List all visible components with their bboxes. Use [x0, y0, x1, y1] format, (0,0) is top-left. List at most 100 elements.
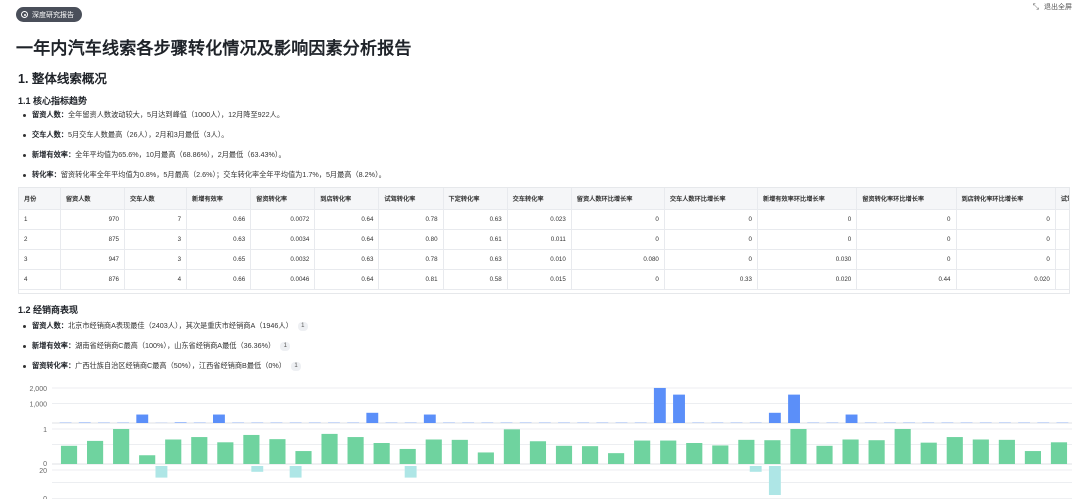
table-header-cell[interactable]: 留资人数	[60, 188, 125, 210]
table-cell: 0	[856, 209, 957, 230]
bar	[768, 466, 781, 495]
table-cell: 3	[124, 249, 188, 270]
bar	[251, 466, 264, 472]
table-cell: 4	[19, 269, 61, 290]
bullet-label: 新增有效率：	[32, 150, 76, 159]
table-cell: 0.78	[378, 249, 444, 270]
bullet-label: 留资转化率：	[32, 361, 76, 370]
exit-fullscreen-button[interactable]: ⤡ 退出全屏	[1033, 2, 1072, 12]
bar	[555, 445, 573, 464]
bar	[764, 440, 781, 464]
citation-badge[interactable]: 1	[291, 361, 301, 371]
table-cell: 4	[124, 269, 188, 290]
table-cell: 0.80	[378, 229, 444, 250]
report-badge-label: 深度研究报告	[32, 11, 74, 19]
bullet-label: 交车人数：	[32, 130, 68, 139]
table-cell: 0.015	[507, 269, 572, 290]
table-row[interactable]: 3 947 3 0.65 0.0032 0.63 0.78 0.63 0.010 0.080 0 0.…	[19, 249, 1069, 270]
bar	[425, 439, 442, 464]
bar	[136, 414, 149, 423]
table-cell: 0	[856, 229, 957, 250]
table-header-cell[interactable]: 新增有效率环比增长率	[757, 188, 858, 210]
bar	[845, 414, 858, 423]
collapse-icon: ⤡	[1032, 2, 1039, 11]
bullet-item: 新增有效率：湖南省经销商C最高（100%），山东省经销商A最低（36.36%） 1	[22, 340, 308, 360]
table-cell: 0.010	[507, 249, 572, 270]
bar	[868, 440, 885, 464]
table-cell	[1055, 209, 1069, 230]
table-header-cell[interactable]: 交车人数	[124, 188, 188, 210]
table-header-cell[interactable]: 留资人数环比增长率	[571, 188, 665, 210]
bullet-item: 留资转化率：广西壮族自治区经销商C最高（50%），江西省经销商B最低（0%） 1	[22, 360, 308, 380]
table-cell: 0.030	[757, 249, 858, 270]
table-cell: 0.33	[664, 269, 758, 290]
monthly-metrics-table[interactable]: 月份 留资人数 交车人数 新增有效率 留资转化率 到店转化率 试驾转化率 下定转…	[18, 187, 1070, 294]
table-row[interactable]: 4 876 4 0.66 0.0046 0.64 0.81 0.58 0.015 0 0.33 0.0…	[19, 269, 1069, 290]
table-row[interactable]: 1 970 7 0.66 0.0072 0.64 0.78 0.63 0.023 0 0 0 0 0	[19, 209, 1069, 230]
bar	[894, 429, 911, 464]
table-header-cell[interactable]: 交车转化率	[507, 188, 572, 210]
table-cell: 0.0072	[250, 209, 316, 230]
table-cell: 0	[571, 229, 665, 250]
table-header-cell[interactable]: 到店转化率环比增长率	[956, 188, 1056, 210]
table-cell: 0	[956, 229, 1056, 250]
bar	[529, 441, 547, 464]
page-title: 一年内汽车线索各步骤转化情况及影响因素分析报告	[16, 39, 412, 58]
subsection-heading-metrics: 1.1 核心指标趋势	[18, 96, 88, 106]
table-header-cell[interactable]: 试驾转化率	[378, 188, 444, 210]
bar	[634, 440, 651, 464]
table-cell: 947	[60, 249, 125, 270]
table-row[interactable]: 2 875 3 0.63 0.0034 0.64 0.80 0.61 0.011 0 0 0 0 0	[19, 229, 1069, 250]
table-cell: 0.66	[186, 269, 252, 290]
bar	[139, 455, 156, 464]
table-header-cell[interactable]: 试驾转化率环比	[1055, 188, 1069, 210]
bar	[920, 442, 937, 464]
tick-label: 1	[43, 427, 47, 434]
bullet-text: 5月交车人数最高（26人），2月和3月最低（3人）。	[67, 130, 229, 139]
bullet-label: 转化率：	[32, 170, 61, 179]
bar	[503, 429, 520, 464]
bar	[581, 446, 599, 464]
table-cell: 970	[60, 209, 125, 230]
tick-label: 0	[43, 461, 47, 468]
report-badge: 深度研究报告	[16, 7, 82, 22]
bullet-item: 交车人数：5月交车人数最高（26人），2月和3月最低（3人）。	[22, 129, 386, 149]
bullet-text: 留资转化率全年平均值为0.8%，5月最高（2.6%）；交车转化率全年平均值为1.…	[60, 170, 386, 179]
table-header-cell[interactable]: 留资转化率环比增长率	[856, 188, 957, 210]
table-cell: 0	[664, 249, 758, 270]
table-header-cell[interactable]: 交车人数环比增长率	[664, 188, 758, 210]
table-cell: 0.64	[314, 269, 380, 290]
bar	[213, 414, 225, 423]
table-header-cell[interactable]: 月份	[19, 188, 61, 210]
bullet-text: 湖南省经销商C最高（100%），山东省经销商A最低（36.36%）	[75, 341, 276, 350]
bar	[347, 437, 364, 464]
bar	[295, 451, 312, 464]
bullet-text: 广西壮族自治区经销商C最高（50%），江西省经销商B最低（0%）	[75, 361, 286, 370]
tick-label: 2,000	[29, 386, 47, 393]
bar	[366, 412, 379, 423]
table-cell: 0	[664, 209, 758, 230]
table-cell: 0.020	[956, 269, 1056, 290]
report-icon	[21, 11, 28, 18]
table-header-cell[interactable]: 新增有效率	[186, 188, 252, 210]
table-cell: 0.65	[186, 249, 252, 270]
table-cell: 0.023	[507, 209, 572, 230]
table-cell: 2	[19, 229, 61, 250]
table-cell: 0	[571, 269, 665, 290]
citation-badge[interactable]: 1	[297, 321, 308, 331]
table-cell: 0.64	[314, 209, 380, 230]
table-cell: 0.0034	[250, 229, 316, 250]
table-header-cell[interactable]: 到店转化率	[314, 188, 380, 210]
table-cell: 0	[956, 209, 1056, 230]
table-header-cell[interactable]: 下定转化率	[443, 188, 508, 210]
table-cell: 0	[956, 249, 1056, 270]
bar	[217, 442, 234, 464]
bar	[816, 445, 833, 464]
bar	[404, 466, 417, 478]
bullet-label: 留资人数：	[32, 321, 68, 330]
table-cell: 0.64	[314, 229, 380, 250]
table-header-cell[interactable]: 留资转化率	[250, 188, 316, 210]
citation-badge[interactable]: 1	[280, 341, 291, 351]
bullet-label: 留资人数：	[32, 110, 68, 119]
bar	[165, 439, 182, 464]
